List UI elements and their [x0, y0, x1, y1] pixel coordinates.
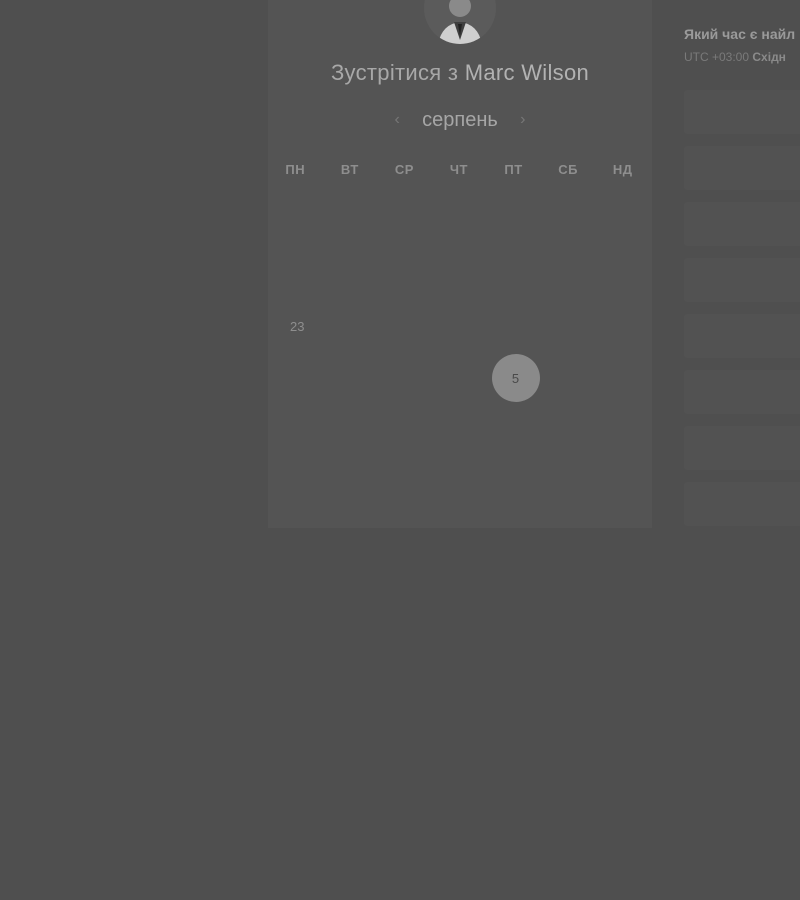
weekday-label: ПН [285, 162, 306, 177]
weekday-label: ЧТ [449, 162, 468, 177]
calendar-day [325, 198, 380, 250]
time-slot[interactable] [684, 370, 800, 414]
time-slot[interactable] [684, 314, 800, 358]
calendar-day [434, 250, 489, 302]
calendar-day [543, 404, 598, 456]
heading-prefix: Зустрітися з [330, 60, 459, 85]
calendar-day [325, 301, 380, 353]
calendar-day [270, 250, 325, 302]
calendar-day [325, 404, 380, 456]
calendar-day [597, 404, 652, 456]
calendar-day-selected[interactable]: 5 [488, 353, 543, 405]
calendar-day [543, 353, 598, 405]
calendar-day [488, 198, 543, 250]
time-slot[interactable] [684, 146, 800, 190]
calendar-day [379, 301, 434, 353]
weekday-label: ПТ [504, 162, 523, 177]
calendar-day [434, 353, 489, 405]
calendar-day [488, 250, 543, 302]
weekday-label: ВТ [340, 162, 359, 177]
calendar-day [325, 250, 380, 302]
time-slot[interactable] [684, 202, 800, 246]
calendar-day [379, 404, 434, 456]
month-navigation: ‹ серпень › [268, 104, 652, 136]
time-slot-list [684, 90, 800, 560]
weekday-label: СБ [558, 162, 578, 177]
timezone-name: Східн [752, 50, 786, 64]
calendar-day [270, 404, 325, 456]
booking-heading: Зустрітися з Marc Wilson [268, 60, 652, 94]
calendar-grid: 23 5 [270, 198, 652, 456]
calendar-day [434, 404, 489, 456]
calendar-day [325, 353, 380, 405]
calendar-day [597, 250, 652, 302]
time-slot[interactable] [684, 258, 800, 302]
time-slot[interactable] [684, 482, 800, 526]
calendar-day[interactable]: 23 [270, 301, 325, 353]
chevron-right-icon[interactable]: › [512, 109, 534, 131]
timezone-label[interactable]: UTC +03:00 Східн [684, 50, 800, 64]
calendar-day [488, 301, 543, 353]
calendar-day [379, 250, 434, 302]
calendar-day [597, 198, 652, 250]
calendar-day [543, 250, 598, 302]
chevron-left-icon[interactable]: ‹ [386, 109, 408, 131]
time-question: Який час є найл [684, 26, 796, 42]
calendar-day [379, 353, 434, 405]
weekday-label: НД [612, 162, 633, 177]
calendar-day [597, 301, 652, 353]
calendar-day [543, 301, 598, 353]
calendar-day [270, 198, 325, 250]
calendar-day [543, 198, 598, 250]
calendar-day [597, 353, 652, 405]
weekday-header: ПН ВТ СР ЧТ ПТ СБ НД [268, 162, 652, 182]
timezone-panel: Який час є найл UTC +03:00 Східн [684, 26, 800, 64]
time-slot[interactable] [684, 426, 800, 470]
weekday-label: СР [394, 162, 414, 177]
time-slot[interactable] [684, 90, 800, 134]
calendar-day [379, 198, 434, 250]
calendar-day [488, 404, 543, 456]
calendar-day [270, 353, 325, 405]
host-name: Marc Wilson [464, 60, 590, 85]
timezone-code: UTC +03:00 [684, 50, 750, 64]
month-label: серпень [422, 108, 498, 131]
calendar-day [434, 301, 489, 353]
calendar-day [434, 198, 489, 250]
